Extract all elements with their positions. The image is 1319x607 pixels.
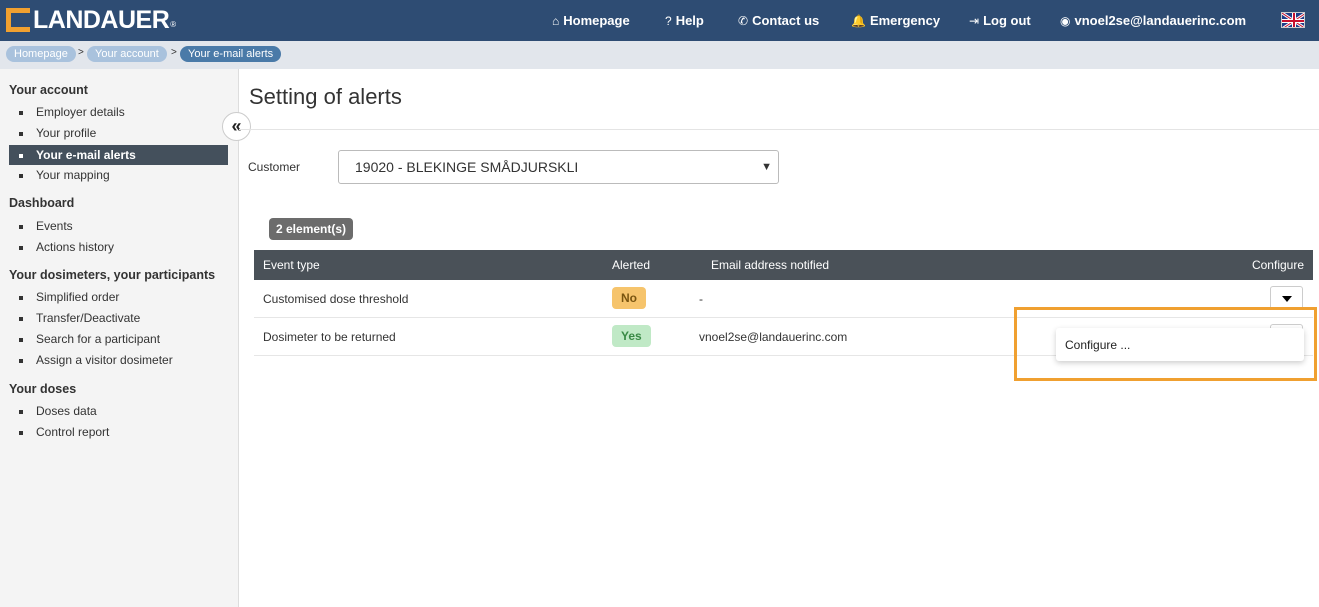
element-count-badge: 2 element(s) bbox=[269, 218, 354, 240]
column-header-event-type: Event type bbox=[263, 258, 320, 272]
collapse-sidebar-button[interactable]: « bbox=[222, 112, 251, 141]
landauer-logo[interactable]: LANDAUER ® bbox=[6, 5, 176, 35]
logout-icon: ⇥ bbox=[969, 13, 980, 28]
sidebar-item-employer-details[interactable]: Employer details bbox=[9, 102, 228, 122]
sidebar-item-simplified-order[interactable]: Simplified order bbox=[9, 287, 228, 307]
breadcrumb-separator: > bbox=[171, 47, 177, 58]
sidebar-item-assign-visitor-dosimeter[interactable]: Assign a visitor dosimeter bbox=[9, 350, 228, 370]
breadcrumb-current: Your e-mail alerts bbox=[180, 46, 282, 62]
sidebar-section-your-doses: Your doses bbox=[9, 382, 77, 396]
sidebar-item-actions-history[interactable]: Actions history bbox=[9, 237, 228, 257]
menu-item-configure[interactable]: Configure ... bbox=[1065, 338, 1130, 352]
column-header-configure: Configure bbox=[1251, 258, 1304, 272]
sidebar-section-dosimeters: Your dosimeters, your participants bbox=[9, 268, 216, 282]
logo-text: LANDAUER bbox=[33, 5, 170, 34]
nav-help[interactable]: ? Help bbox=[665, 0, 704, 41]
nav-emergency-label: Emergency bbox=[869, 13, 941, 28]
sidebar-item-your-profile[interactable]: Your profile bbox=[9, 123, 228, 143]
breadcrumb-homepage[interactable]: Homepage bbox=[6, 46, 76, 62]
email-cell: vnoel2se@landauerinc.com bbox=[699, 330, 848, 344]
chevron-down-icon: ▼ bbox=[761, 161, 772, 173]
home-icon: ⌂ bbox=[552, 13, 560, 28]
logo-registered-mark: ® bbox=[170, 20, 177, 29]
column-header-email: Email address notified bbox=[711, 258, 830, 272]
column-header-alerted: Alerted bbox=[612, 258, 651, 272]
table-header: Event type Alerted Email address notifie… bbox=[254, 250, 1313, 280]
alerted-yes-badge: Yes bbox=[612, 325, 651, 347]
event-type-cell: Customised dose threshold bbox=[263, 292, 409, 306]
breadcrumb-separator: > bbox=[78, 47, 84, 58]
sidebar-item-doses-data[interactable]: Doses data bbox=[9, 401, 228, 421]
nav-user-account[interactable]: ◉ vnoel2se@landauerinc.com bbox=[1060, 0, 1246, 41]
event-type-cell: Dosimeter to be returned bbox=[263, 330, 396, 344]
customer-select[interactable]: 19020 - BLEKINGE SMÅDJURSKLI ▼ bbox=[338, 150, 779, 184]
bell-icon: 🔔 bbox=[851, 13, 866, 28]
uk-flag-icon[interactable] bbox=[1281, 12, 1305, 28]
nav-log-out-label: Log out bbox=[983, 13, 1031, 28]
title-divider bbox=[239, 129, 1319, 130]
nav-log-out[interactable]: ⇥ Log out bbox=[969, 0, 1031, 41]
alerted-no-badge: No bbox=[612, 287, 646, 309]
sidebar-item-transfer-deactivate[interactable]: Transfer/Deactivate bbox=[9, 308, 228, 328]
user-icon: ◉ bbox=[1060, 13, 1071, 28]
phone-icon: ✆ bbox=[738, 13, 749, 28]
sidebar-item-your-mapping[interactable]: Your mapping bbox=[9, 165, 228, 185]
breadcrumb-your-account[interactable]: Your account bbox=[87, 46, 167, 62]
double-chevron-left-icon: « bbox=[231, 116, 242, 136]
email-cell: - bbox=[699, 292, 703, 306]
configure-dropdown-menu: Configure ... bbox=[1056, 328, 1304, 361]
customer-label: Customer bbox=[248, 160, 301, 174]
nav-emergency[interactable]: 🔔 Emergency bbox=[851, 0, 940, 41]
nav-homepage-label: Homepage bbox=[563, 13, 630, 28]
page-title: Setting of alerts bbox=[249, 84, 402, 109]
help-icon: ? bbox=[665, 13, 672, 28]
nav-homepage[interactable]: ⌂ Homepage bbox=[552, 0, 630, 41]
nav-help-label: Help bbox=[675, 13, 704, 28]
sidebar-item-search-participant[interactable]: Search for a participant bbox=[9, 329, 228, 349]
sidebar-item-control-report[interactable]: Control report bbox=[9, 422, 228, 442]
nav-user-email: vnoel2se@landauerinc.com bbox=[1074, 13, 1247, 28]
nav-contact-us[interactable]: ✆ Contact us bbox=[738, 0, 819, 41]
sidebar-section-your-account: Your account bbox=[9, 83, 88, 97]
customer-select-value: 19020 - BLEKINGE SMÅDJURSKLI bbox=[355, 159, 579, 175]
nav-contact-us-label: Contact us bbox=[752, 13, 820, 28]
sidebar-item-email-alerts[interactable]: Your e-mail alerts bbox=[9, 145, 228, 165]
logo-mark-icon bbox=[6, 8, 30, 32]
sidebar-section-dashboard: Dashboard bbox=[9, 196, 75, 210]
sidebar-item-events[interactable]: Events bbox=[9, 216, 228, 236]
